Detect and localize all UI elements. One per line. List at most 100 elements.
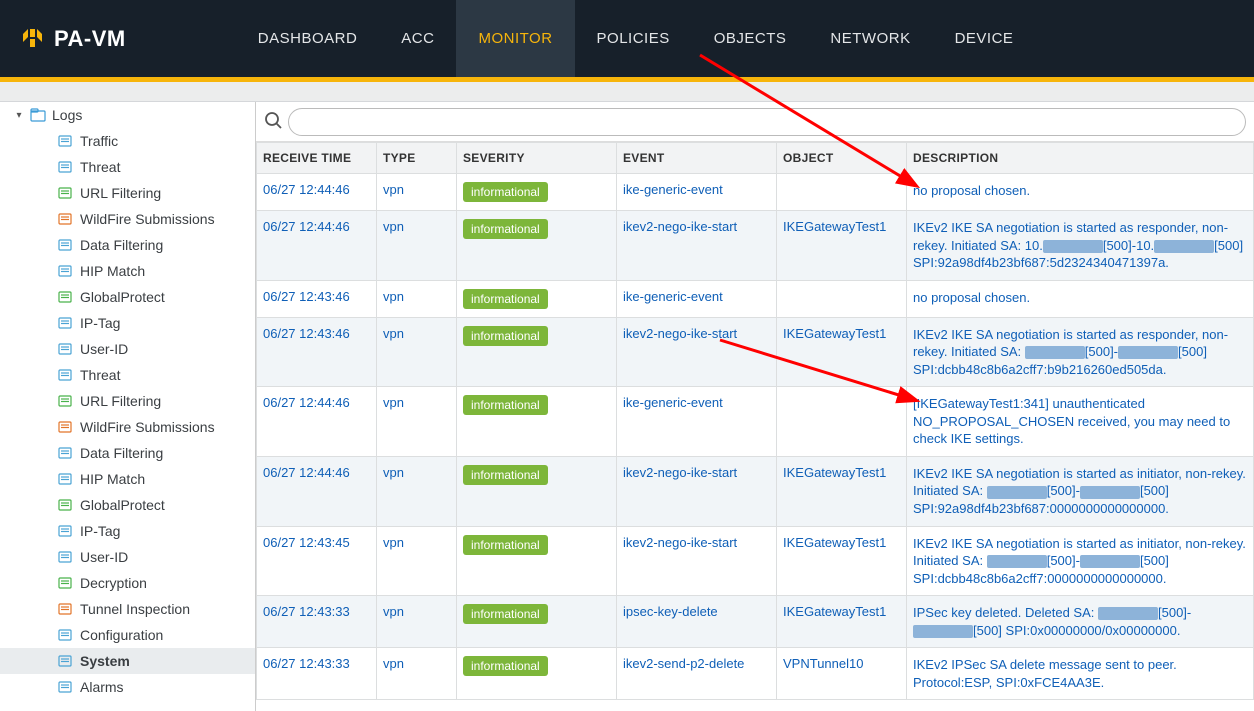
cell-severity: informational <box>457 280 617 317</box>
cell-event[interactable]: ike-generic-event <box>617 280 777 317</box>
nav-tab-monitor[interactable]: MONITOR <box>456 0 574 77</box>
cell-type[interactable]: vpn <box>377 596 457 648</box>
cell-receive-time[interactable]: 06/27 12:44:46 <box>257 211 377 281</box>
cell-receive-time[interactable]: 06/27 12:43:33 <box>257 648 377 700</box>
sidebar-item-threat[interactable]: Threat <box>0 362 255 388</box>
cell-type[interactable]: vpn <box>377 211 457 281</box>
sidebar-item-url-filtering[interactable]: URL Filtering <box>0 180 255 206</box>
nav-tab-network[interactable]: NETWORK <box>808 0 932 77</box>
severity-badge: informational <box>463 326 548 346</box>
table-row[interactable]: 06/27 12:43:45vpninformationalikev2-nego… <box>257 526 1254 596</box>
sidebar-item-tunnel-inspection[interactable]: Tunnel Inspection <box>0 596 255 622</box>
table-row[interactable]: 06/27 12:44:46vpninformationalike-generi… <box>257 174 1254 211</box>
cell-object[interactable]: VPNTunnel10 <box>777 648 907 700</box>
cell-type[interactable]: vpn <box>377 526 457 596</box>
sidebar-item-hip-match[interactable]: HIP Match <box>0 258 255 284</box>
sidebar-item-threat[interactable]: Threat <box>0 154 255 180</box>
cell-receive-time[interactable]: 06/27 12:44:46 <box>257 456 377 526</box>
column-header-object[interactable]: OBJECT <box>777 143 907 174</box>
cell-severity: informational <box>457 387 617 457</box>
column-header-description[interactable]: DESCRIPTION <box>907 143 1254 174</box>
cell-event[interactable]: ikev2-nego-ike-start <box>617 456 777 526</box>
cell-receive-time[interactable]: 06/27 12:43:33 <box>257 596 377 648</box>
nav-tab-policies[interactable]: POLICIES <box>575 0 692 77</box>
sidebar-item-traffic[interactable]: Traffic <box>0 128 255 154</box>
cell-severity: informational <box>457 648 617 700</box>
sidebar-item-data-filtering[interactable]: Data Filtering <box>0 232 255 258</box>
table-row[interactable]: 06/27 12:43:33vpninformationalipsec-key-… <box>257 596 1254 648</box>
cell-type[interactable]: vpn <box>377 456 457 526</box>
cell-event[interactable]: ike-generic-event <box>617 174 777 211</box>
table-row[interactable]: 06/27 12:43:33vpninformationalikev2-send… <box>257 648 1254 700</box>
cell-object[interactable] <box>777 387 907 457</box>
cell-description[interactable]: IKEv2 IPSec SA delete message sent to pe… <box>907 648 1254 700</box>
cell-object[interactable]: IKEGatewayTest1 <box>777 456 907 526</box>
sidebar-item-ip-tag[interactable]: IP-Tag <box>0 518 255 544</box>
nav-tab-device[interactable]: DEVICE <box>933 0 1036 77</box>
cell-type[interactable]: vpn <box>377 387 457 457</box>
cell-description[interactable]: IKEv2 IKE SA negotiation is started as r… <box>907 211 1254 281</box>
sidebar-item-label: IP-Tag <box>80 523 120 539</box>
table-row[interactable]: 06/27 12:44:46vpninformationalike-generi… <box>257 387 1254 457</box>
sidebar-item-alarms[interactable]: Alarms <box>0 674 255 700</box>
cell-description[interactable]: no proposal chosen. <box>907 174 1254 211</box>
column-header-event[interactable]: EVENT <box>617 143 777 174</box>
cell-event[interactable]: ike-generic-event <box>617 387 777 457</box>
table-row[interactable]: 06/27 12:44:46vpninformationalikev2-nego… <box>257 456 1254 526</box>
sidebar-item-globalprotect[interactable]: GlobalProtect <box>0 492 255 518</box>
cell-type[interactable]: vpn <box>377 280 457 317</box>
cell-type[interactable]: vpn <box>377 648 457 700</box>
cell-description[interactable]: [IKEGatewayTest1:341] unauthenticated NO… <box>907 387 1254 457</box>
sidebar-item-wildfire-submissions[interactable]: WildFire Submissions <box>0 414 255 440</box>
sidebar-item-user-id[interactable]: User-ID <box>0 544 255 570</box>
sidebar-item-system[interactable]: System <box>0 648 255 674</box>
nav-tab-acc[interactable]: ACC <box>379 0 456 77</box>
cell-object[interactable]: IKEGatewayTest1 <box>777 596 907 648</box>
sidebar-item-globalprotect[interactable]: GlobalProtect <box>0 284 255 310</box>
sidebar-item-hip-match[interactable]: HIP Match <box>0 466 255 492</box>
sidebar-item-configuration[interactable]: Configuration <box>0 622 255 648</box>
cell-event[interactable]: ipsec-key-delete <box>617 596 777 648</box>
cell-object[interactable] <box>777 280 907 317</box>
nav-tab-objects[interactable]: OBJECTS <box>692 0 809 77</box>
table-row[interactable]: 06/27 12:43:46vpn informational ikev2-nego… <box>257 317 1254 387</box>
cell-description[interactable]: IPSec key deleted. Deleted SA: [500]-[50… <box>907 596 1254 648</box>
cell-receive-time[interactable]: 06/27 12:44:46 <box>257 387 377 457</box>
sidebar-item-decryption[interactable]: Decryption <box>0 570 255 596</box>
column-header-type[interactable]: TYPE <box>377 143 457 174</box>
cell-object[interactable]: IKEGatewayTest1 <box>777 317 907 387</box>
sidebar-item-url-filtering[interactable]: URL Filtering <box>0 388 255 414</box>
search-input[interactable] <box>288 108 1246 136</box>
cell-object[interactable]: IKEGatewayTest1 <box>777 526 907 596</box>
cell-receive-time[interactable]: 06/27 12:44:46 <box>257 174 377 211</box>
sidebar-item-ip-tag[interactable]: IP-Tag <box>0 310 255 336</box>
column-header-receive-time[interactable]: RECEIVE TIME <box>257 143 377 174</box>
cell-type[interactable]: vpn <box>377 317 457 387</box>
cell-receive-time[interactable]: 06/27 12:43:45 <box>257 526 377 596</box>
cell-receive-time[interactable]: 06/27 12:43:46 <box>257 280 377 317</box>
nav-tab-dashboard[interactable]: DASHBOARD <box>236 0 380 77</box>
sidebar-item-wildfire-submissions[interactable]: WildFire Submissions <box>0 206 255 232</box>
table-row[interactable]: 06/27 12:44:46vpninformationalikev2-nego… <box>257 211 1254 281</box>
cell-description[interactable]: IKEv2 IKE SA negotiation is started as r… <box>907 317 1254 387</box>
cell-description[interactable]: IKEv2 IKE SA negotiation is started as i… <box>907 526 1254 596</box>
sidebar-group-logs[interactable]: ▾ Logs <box>0 102 255 128</box>
log-type-icon <box>58 238 74 252</box>
cell-event[interactable]: ikev2-nego-ike-start <box>617 526 777 596</box>
sidebar-item-user-id[interactable]: User-ID <box>0 336 255 362</box>
cell-event[interactable]: ikev2-nego-ike-start <box>617 317 777 387</box>
cell-description[interactable]: IKEv2 IKE SA negotiation is started as i… <box>907 456 1254 526</box>
cell-object[interactable]: IKEGatewayTest1 <box>777 211 907 281</box>
cell-event[interactable]: ikev2-nego-ike-start <box>617 211 777 281</box>
sidebar: ▾ Logs TrafficThreatURL FilteringWildFir… <box>0 102 256 711</box>
column-header-severity[interactable]: SEVERITY <box>457 143 617 174</box>
sidebar-item-data-filtering[interactable]: Data Filtering <box>0 440 255 466</box>
table-row[interactable]: 06/27 12:43:46vpninformationalike-generi… <box>257 280 1254 317</box>
sidebar-group-label: Logs <box>52 107 82 123</box>
cell-object[interactable] <box>777 174 907 211</box>
cell-receive-time[interactable]: 06/27 12:43:46 <box>257 317 377 387</box>
cell-description[interactable]: no proposal chosen. <box>907 280 1254 317</box>
log-type-icon <box>58 316 74 330</box>
cell-type[interactable]: vpn <box>377 174 457 211</box>
cell-event[interactable]: ikev2-send-p2-delete <box>617 648 777 700</box>
